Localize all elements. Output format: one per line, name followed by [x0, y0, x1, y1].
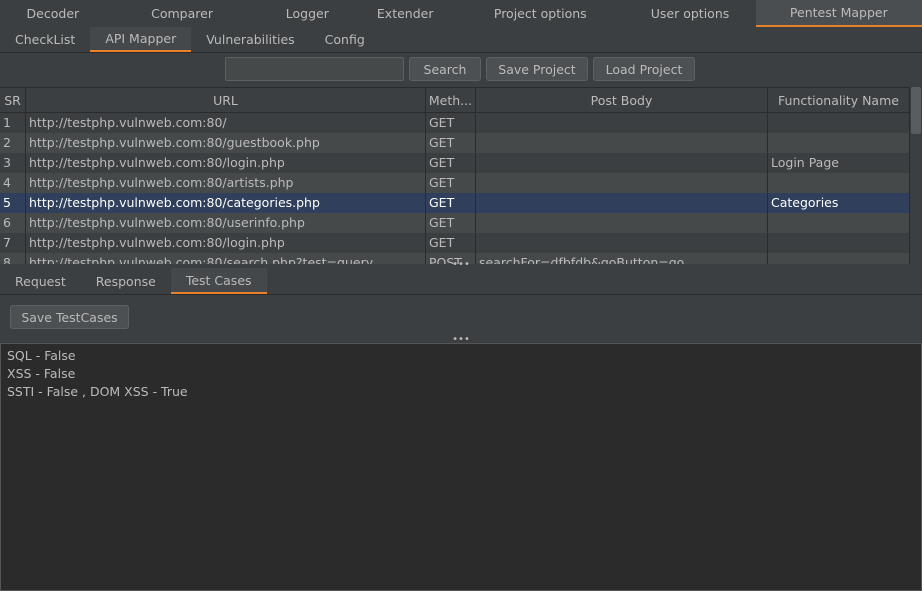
- cell-sr: 1: [0, 113, 26, 133]
- save-project-button[interactable]: Save Project: [486, 57, 588, 81]
- column-header-url[interactable]: URL: [26, 88, 426, 112]
- cell-body: [476, 133, 768, 153]
- cell-method: GET: [426, 133, 476, 153]
- test-cases-textarea[interactable]: SQL - False XSS - False SSTI - False , DOM…: [0, 343, 922, 591]
- cell-body: [476, 153, 768, 173]
- column-header-meth[interactable]: Meth...: [426, 88, 476, 112]
- cell-url: http://testphp.vulnweb.com:80/categories…: [26, 193, 426, 213]
- tab-comparer[interactable]: Comparer: [106, 0, 259, 27]
- tab-api-mapper[interactable]: API Mapper: [90, 27, 192, 52]
- table-body: 1 http://testphp.vulnweb.com:80/GET 2 http:…: [0, 113, 910, 264]
- cell-method: GET: [426, 153, 476, 173]
- tab-test-cases[interactable]: Test Cases: [170, 268, 267, 294]
- column-header-post-body[interactable]: Post Body: [476, 88, 768, 112]
- cell-body: searchFor=dfbfdb&goButton=go: [476, 253, 768, 264]
- search-button[interactable]: Search: [409, 57, 481, 81]
- top-tab-bar: Decoder Comparer Logger Extender Project opt…: [0, 0, 922, 28]
- cell-func: [768, 213, 910, 233]
- table-row[interactable]: 1 http://testphp.vulnweb.com:80/GET: [0, 113, 910, 133]
- search-input[interactable]: [225, 57, 404, 81]
- toolbar: Search Save Project Load Project: [0, 57, 922, 82]
- table-scrollbar[interactable]: [910, 87, 922, 263]
- cell-sr: 6: [0, 213, 26, 233]
- cell-url: http://testphp.vulnweb.com:80/: [26, 113, 426, 133]
- tab-pentest-mapper[interactable]: Pentest Mapper: [755, 0, 922, 27]
- tab-logger[interactable]: Logger: [258, 0, 356, 27]
- cell-func: [768, 133, 910, 153]
- bottom-tab-bar: Request Response Test Cases: [0, 268, 922, 295]
- tab-response[interactable]: Response: [81, 268, 171, 294]
- cell-func: [768, 173, 910, 193]
- cell-body: [476, 173, 768, 193]
- api-table: SR URL Meth... Post Body Functionality Name …: [0, 87, 922, 264]
- cell-sr: 2: [0, 133, 26, 153]
- test-result-line: SQL - False: [7, 348, 76, 363]
- tab-config[interactable]: Config: [310, 27, 380, 52]
- load-project-button[interactable]: Load Project: [593, 57, 695, 81]
- save-testcases-button[interactable]: Save TestCases: [10, 305, 129, 329]
- cell-func: Categories: [768, 193, 910, 213]
- table-row[interactable]: 3 http://testphp.vulnweb.com:80/login.php…: [0, 153, 910, 173]
- cell-body: [476, 233, 768, 253]
- tab-request[interactable]: Request: [0, 268, 81, 294]
- cell-url: http://testphp.vulnweb.com:80/guestbook.…: [26, 133, 426, 153]
- cell-sr: 7: [0, 233, 26, 253]
- cell-func: Login Page: [768, 153, 910, 173]
- tab-vulnerabilities[interactable]: Vulnerabilities: [191, 27, 309, 52]
- table-row[interactable]: 2 http://testphp.vulnweb.com:80/guestbook…: [0, 133, 910, 153]
- table-row[interactable]: 7 http://testphp.vulnweb.com:80/login.php…: [0, 233, 910, 253]
- cell-body: [476, 213, 768, 233]
- table-header: SR URL Meth... Post Body Functionality Name: [0, 88, 910, 113]
- cell-sr: 4: [0, 173, 26, 193]
- cell-method: GET: [426, 193, 476, 213]
- cell-sr: 3: [0, 153, 26, 173]
- cell-url: http://testphp.vulnweb.com:80/artists.ph…: [26, 173, 426, 193]
- cell-func: [768, 253, 910, 264]
- cell-url: http://testphp.vulnweb.com:80/search.php…: [26, 253, 426, 264]
- sub-tab-bar: CheckList API Mapper Vulnerabilities Config: [0, 27, 922, 53]
- cell-func: [768, 233, 910, 253]
- cell-method: GET: [426, 213, 476, 233]
- test-result-line: XSS - False: [7, 366, 76, 381]
- cell-sr: 8: [0, 253, 26, 264]
- tab-project-options[interactable]: Project options: [454, 0, 626, 27]
- cell-body: [476, 113, 768, 133]
- tab-extender[interactable]: Extender: [356, 0, 454, 27]
- test-result-line: SSTI - False , DOM XSS - True: [7, 384, 188, 399]
- cell-method: GET: [426, 233, 476, 253]
- table-row[interactable]: 4 http://testphp.vulnweb.com:80/artists.p…: [0, 173, 910, 193]
- column-header-sr[interactable]: SR: [0, 88, 26, 112]
- tab-checklist[interactable]: CheckList: [0, 27, 90, 52]
- scrollbar-thumb[interactable]: [911, 87, 921, 134]
- cell-url: http://testphp.vulnweb.com:80/login.php: [26, 233, 426, 253]
- tab-user-options[interactable]: User options: [626, 0, 753, 27]
- table-row[interactable]: 6 http://testphp.vulnweb.com:80/userinfo.…: [0, 213, 910, 233]
- cell-method: GET: [426, 113, 476, 133]
- cell-method: GET: [426, 173, 476, 193]
- cell-url: http://testphp.vulnweb.com:80/userinfo.p…: [26, 213, 426, 233]
- cell-func: [768, 113, 910, 133]
- table-row[interactable]: 5 http://testphp.vulnweb.com:80/categorie…: [0, 193, 910, 213]
- column-header-functionality-name[interactable]: Functionality Name: [768, 88, 910, 112]
- tab-decoder[interactable]: Decoder: [0, 0, 106, 27]
- cell-url: http://testphp.vulnweb.com:80/login.php: [26, 153, 426, 173]
- cell-sr: 5: [0, 193, 26, 213]
- cell-body: [476, 193, 768, 213]
